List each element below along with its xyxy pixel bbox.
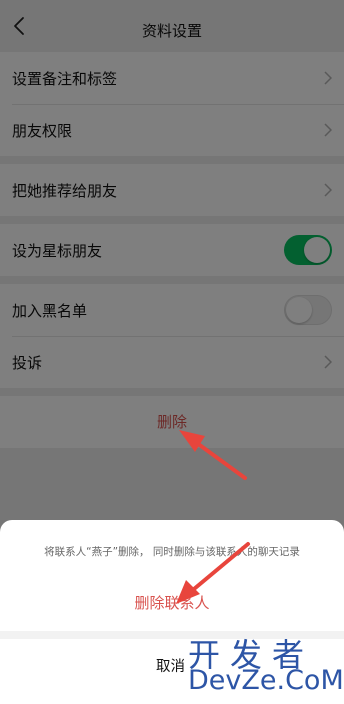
contact-settings-screen: 资料设置 设置备注和标签 朋友权限 把她推荐给朋友 设为星标朋友 加入黑名单 投… xyxy=(0,0,344,704)
cancel-button[interactable]: 取消 xyxy=(156,655,185,676)
delete-contact-button[interactable]: 删除联系人 xyxy=(0,592,344,613)
sheet-message: 将联系人“燕子”删除， 同时删除与该联系人的聊天记录 xyxy=(44,546,300,558)
watermark-logo-domain: DevZe.CoM xyxy=(188,665,344,696)
